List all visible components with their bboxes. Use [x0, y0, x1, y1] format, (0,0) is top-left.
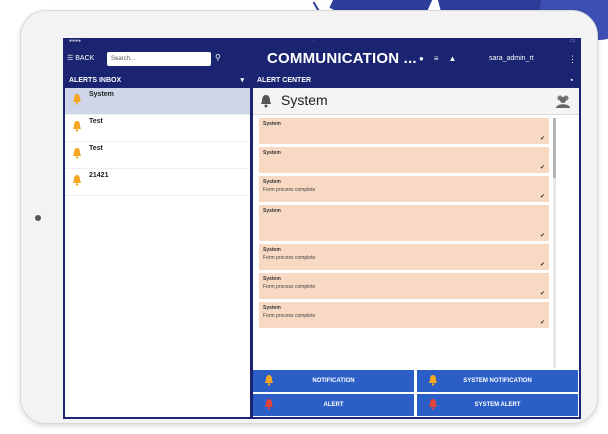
system-alert-label: SYSTEM ALERT — [474, 402, 521, 408]
system-notification-label: SYSTEM NOTIFICATION — [463, 378, 532, 384]
conversation-title: System — [281, 92, 328, 108]
bell-icon — [429, 399, 437, 410]
message-card[interactable]: System Form process complete ✔ — [259, 244, 549, 270]
message-sender: System — [263, 305, 281, 311]
inbox-item-title: System — [89, 91, 114, 98]
user-name[interactable]: sara_admin_rt — [489, 55, 534, 62]
check-icon: ✔ — [539, 165, 545, 171]
message-card[interactable]: System Form process complete ✔ — [259, 273, 549, 299]
back-label: BACK — [75, 55, 95, 62]
bell-icon — [73, 175, 81, 186]
group-icon[interactable] — [555, 93, 571, 109]
check-icon: ✔ — [539, 291, 545, 297]
carrier-text: ●●●● — [69, 38, 82, 44]
message-card[interactable]: System Form process complete ✔ — [259, 302, 549, 328]
app-screen: ●●●● · ▭ ☰ BACK Search... ⚲ COMMUNICATIO… — [63, 38, 581, 419]
bell-icon — [261, 95, 271, 108]
top-navbar: ☰ BACK Search... ⚲ COMMUNICATION ... ● ≡ ▲… — [63, 46, 581, 72]
message-body: Form process complete — [263, 284, 316, 290]
bell-icon[interactable]: ▲ — [449, 54, 457, 63]
message-body: Form process complete — [263, 255, 316, 261]
expand-icon[interactable]: ▪ — [571, 74, 573, 88]
chat-icon[interactable]: ● — [419, 54, 424, 63]
page-title: COMMUNICATION ... — [267, 50, 417, 67]
check-icon: ✔ — [539, 320, 545, 326]
inbox-list: System Test Test 21421 — [65, 88, 250, 196]
check-icon: ✔ — [539, 194, 545, 200]
alert-label: ALERT — [323, 402, 344, 408]
check-icon: ✔ — [539, 233, 545, 239]
message-body: Form process complete — [263, 187, 316, 193]
inbox-title: ALERTS INBOX — [69, 77, 122, 84]
menu-icon[interactable]: ⋮ — [568, 54, 577, 65]
message-card[interactable]: System ✔ — [259, 205, 549, 241]
action-buttons: NOTIFICATION SYSTEM NOTIFICATION ALERT S… — [253, 370, 579, 417]
alerts-inbox-panel: ALERTS INBOX ▾ System Test Test 21421 — [65, 74, 250, 417]
status-bar: ●●●● · ▭ — [63, 38, 581, 46]
bell-icon — [429, 375, 437, 386]
system-notification-button[interactable]: SYSTEM NOTIFICATION — [417, 370, 578, 392]
bell-icon — [73, 94, 81, 105]
search-icon[interactable]: ⚲ — [215, 53, 221, 62]
inbox-item[interactable]: System — [65, 88, 250, 115]
message-sender: System — [263, 121, 281, 127]
nav-icon-group: ● ≡ ▲ — [419, 54, 466, 63]
message-sender: System — [263, 247, 281, 253]
notification-label: NOTIFICATION — [312, 378, 355, 384]
inbox-item-title: 21421 — [89, 172, 109, 179]
inbox-header: ALERTS INBOX ▾ — [65, 74, 250, 88]
scrollbar[interactable] — [553, 118, 556, 368]
check-icon: ✔ — [539, 136, 545, 142]
notification-button[interactable]: NOTIFICATION — [253, 370, 414, 392]
inbox-item[interactable]: 21421 — [65, 169, 250, 196]
message-sender: System — [263, 150, 281, 156]
bell-icon — [265, 399, 273, 410]
search-input[interactable]: Search... — [107, 52, 211, 66]
tablet-device: ●●●● · ▭ ☰ BACK Search... ⚲ COMMUNICATIO… — [20, 10, 598, 424]
message-sender: System — [263, 179, 281, 185]
alert-center-panel: ALERT CENTER ▪ System System ✔ System ✔ Syst… — [253, 74, 579, 417]
bell-icon — [265, 375, 273, 386]
inbox-item[interactable]: Test — [65, 115, 250, 142]
message-card[interactable]: System ✔ — [259, 147, 549, 173]
message-body: Form process complete — [263, 313, 316, 319]
center-header: ALERT CENTER ▪ — [253, 74, 579, 88]
inbox-item-title: Test — [89, 145, 103, 152]
camera-icon — [35, 215, 41, 221]
message-card[interactable]: System ✔ — [259, 118, 549, 144]
alert-button[interactable]: ALERT — [253, 394, 414, 416]
message-sender: System — [263, 208, 281, 214]
clock-text: · — [313, 38, 315, 44]
check-icon: ✔ — [539, 262, 545, 268]
list-icon[interactable]: ≡ — [434, 54, 439, 63]
bell-icon — [73, 148, 81, 159]
message-card[interactable]: System Form process complete ✔ — [259, 176, 549, 202]
bell-icon — [73, 121, 81, 132]
center-title: ALERT CENTER — [257, 77, 312, 84]
inbox-item-title: Test — [89, 118, 103, 125]
back-button[interactable]: ☰ BACK — [67, 54, 94, 62]
conversation-header: System — [253, 88, 579, 115]
inbox-item[interactable]: Test — [65, 142, 250, 169]
battery-icon: ▭ — [570, 38, 575, 44]
scrollbar-thumb[interactable] — [553, 118, 556, 178]
message-list: System ✔ System ✔ System Form process complet… — [259, 118, 549, 368]
chevron-down-icon[interactable]: ▾ — [240, 74, 244, 88]
system-alert-button[interactable]: SYSTEM ALERT — [417, 394, 578, 416]
message-sender: System — [263, 276, 281, 282]
